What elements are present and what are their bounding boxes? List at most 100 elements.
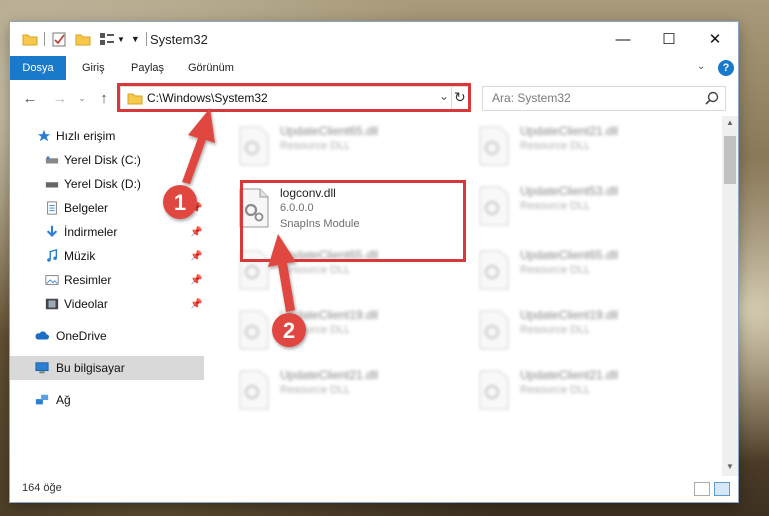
- file-item[interactable]: UpdateClient21.dll Resource DLL: [472, 364, 696, 414]
- file-description: Resource DLL: [280, 384, 351, 396]
- forward-button[interactable]: →: [50, 88, 70, 108]
- file-item[interactable]: UpdateClient19.dll Resource DLL: [232, 304, 456, 354]
- file-name: UpdateClient21.dll: [280, 368, 379, 382]
- dll-file-icon: [239, 310, 269, 350]
- recent-locations-button[interactable]: ⌄: [72, 88, 92, 108]
- file-item[interactable]: UpdateClient21.dll Resource DLL: [472, 120, 696, 170]
- chevron-down-icon[interactable]: ⌄: [697, 61, 705, 72]
- arrow-left-icon: ←: [22, 89, 38, 107]
- videos-icon: [45, 298, 59, 310]
- star-icon: [37, 129, 51, 142]
- customize-toolbar-icon[interactable]: ▼: [131, 34, 140, 44]
- search-box[interactable]: Ara: System32: [482, 86, 726, 111]
- tab-share[interactable]: Paylaş: [131, 56, 164, 80]
- window-title: System32: [150, 32, 208, 47]
- dll-file-icon: [239, 126, 269, 166]
- dll-file-icon: [239, 370, 269, 410]
- toolbar-separator: [145, 32, 147, 46]
- sidebar-item-onedrive[interactable]: OneDrive: [10, 324, 204, 348]
- cloud-icon: [35, 331, 49, 340]
- file-item[interactable]: UpdateClient21.dll Resource DLL: [232, 364, 456, 414]
- sidebar-item-label: Videolar: [64, 297, 108, 311]
- file-item[interactable]: UpdateClient65.dll Resource DLL: [232, 120, 456, 170]
- details-view-icon[interactable]: [694, 482, 710, 496]
- sidebar-item-quick-access[interactable]: Hızlı erişim: [10, 124, 204, 148]
- sidebar-item-label: İndirmeler: [64, 225, 118, 239]
- sidebar-item-network[interactable]: Ağ: [10, 388, 204, 412]
- drive-icon: [45, 182, 59, 188]
- dll-file-icon: [479, 310, 509, 350]
- file-name: UpdateClient19.dll: [520, 308, 619, 322]
- sidebar-item-label: Resimler: [64, 273, 112, 287]
- address-bar-highlight: [117, 83, 471, 112]
- maximize-icon: ☐: [662, 31, 676, 48]
- pin-icon[interactable]: 📌: [190, 203, 202, 214]
- scroll-down-icon[interactable]: ▼: [726, 462, 734, 471]
- address-row: ← → ⌄ ↑ C:\Windows\System32 ⌄ ↻ Ara: Sys…: [10, 80, 738, 116]
- chevron-down-icon: ⌄: [78, 92, 86, 103]
- sidebar-item-downloads[interactable]: İndirmeler 📌: [10, 220, 204, 244]
- folder-icon: [22, 34, 38, 46]
- arrow-right-icon: →: [52, 89, 68, 107]
- chevron-down-icon[interactable]: ▼: [117, 35, 125, 44]
- status-bar: 164 öğe: [10, 476, 738, 502]
- file-highlight: [240, 180, 466, 262]
- properties-icon[interactable]: [51, 31, 67, 47]
- sidebar-item-documents[interactable]: Belgeler 📌: [10, 196, 204, 220]
- documents-icon: [47, 201, 57, 215]
- scroll-up-icon[interactable]: ▲: [726, 118, 734, 127]
- file-description: Resource DLL: [520, 140, 591, 152]
- up-button[interactable]: ↑: [94, 88, 114, 108]
- search-input[interactable]: Ara: System32: [492, 91, 571, 105]
- file-description: Resource DLL: [520, 324, 591, 336]
- dll-file-icon: [479, 126, 509, 166]
- file-name: UpdateClient19.dll: [280, 308, 379, 322]
- back-button[interactable]: ←: [20, 88, 40, 108]
- download-icon: [46, 225, 58, 237]
- view-menu-icon[interactable]: [99, 32, 115, 46]
- minimize-button[interactable]: —: [600, 22, 646, 56]
- file-item[interactable]: UpdateClient53.dll Resource DLL: [472, 180, 696, 230]
- close-button[interactable]: ✕: [692, 22, 738, 56]
- pin-icon[interactable]: 📌: [190, 251, 202, 262]
- maximize-button[interactable]: ☐: [646, 22, 692, 56]
- scrollbar-thumb[interactable]: [724, 136, 736, 184]
- navigation-pane: Hızlı erişim Yerel Disk (C:) Yerel Disk …: [10, 116, 204, 476]
- help-icon[interactable]: ?: [718, 60, 734, 76]
- sidebar-item-label: Yerel Disk (D:): [64, 177, 141, 191]
- pin-icon[interactable]: 📌: [190, 299, 202, 310]
- sidebar-item-label: Belgeler: [64, 201, 109, 215]
- tab-home[interactable]: Giriş: [82, 56, 105, 80]
- sidebar-item-label: Yerel Disk (C:): [64, 153, 141, 167]
- file-description: Resource DLL: [520, 264, 591, 276]
- computer-icon: [35, 362, 49, 374]
- sidebar-item-disk-d[interactable]: Yerel Disk (D:): [10, 172, 204, 196]
- file-list: UpdateClient65.dll Resource DLL logconv.…: [210, 116, 722, 476]
- pictures-icon: [45, 275, 59, 285]
- quick-access-toolbar: ▼ ▼: [22, 31, 153, 47]
- dll-file-icon: [479, 370, 509, 410]
- pin-icon[interactable]: 📌: [190, 275, 202, 286]
- ribbon-tabs: Dosya Giriş Paylaş Görünüm ⌄ ?: [10, 56, 738, 106]
- sidebar-item-pictures[interactable]: Resimler 📌: [10, 268, 204, 292]
- new-folder-icon[interactable]: [75, 32, 91, 46]
- sidebar-item-label: OneDrive: [56, 329, 107, 343]
- file-description: Resource DLL: [520, 200, 591, 212]
- file-description: Resource DLL: [280, 264, 351, 276]
- file-item[interactable]: UpdateClient19.dll Resource DLL: [472, 304, 696, 354]
- sidebar-item-label: Ağ: [56, 393, 71, 407]
- search-icon[interactable]: [705, 91, 719, 105]
- file-item[interactable]: UpdateClient65.dll Resource DLL: [472, 244, 696, 294]
- sidebar-item-this-pc[interactable]: Bu bilgisayar: [10, 356, 204, 380]
- vertical-scrollbar[interactable]: ▲ ▼: [722, 116, 738, 476]
- large-icons-view-icon[interactable]: [714, 482, 730, 496]
- sidebar-item-videos[interactable]: Videolar 📌: [10, 292, 204, 316]
- arrow-up-icon: ↑: [100, 89, 108, 107]
- minimize-icon: —: [615, 30, 631, 48]
- pin-icon[interactable]: 📌: [190, 227, 202, 238]
- sidebar-item-disk-c[interactable]: Yerel Disk (C:): [10, 148, 204, 172]
- file-name: UpdateClient21.dll: [520, 368, 619, 382]
- close-icon: ✕: [708, 31, 722, 48]
- sidebar-item-music[interactable]: Müzik 📌: [10, 244, 204, 268]
- tab-view[interactable]: Görünüm: [188, 56, 234, 80]
